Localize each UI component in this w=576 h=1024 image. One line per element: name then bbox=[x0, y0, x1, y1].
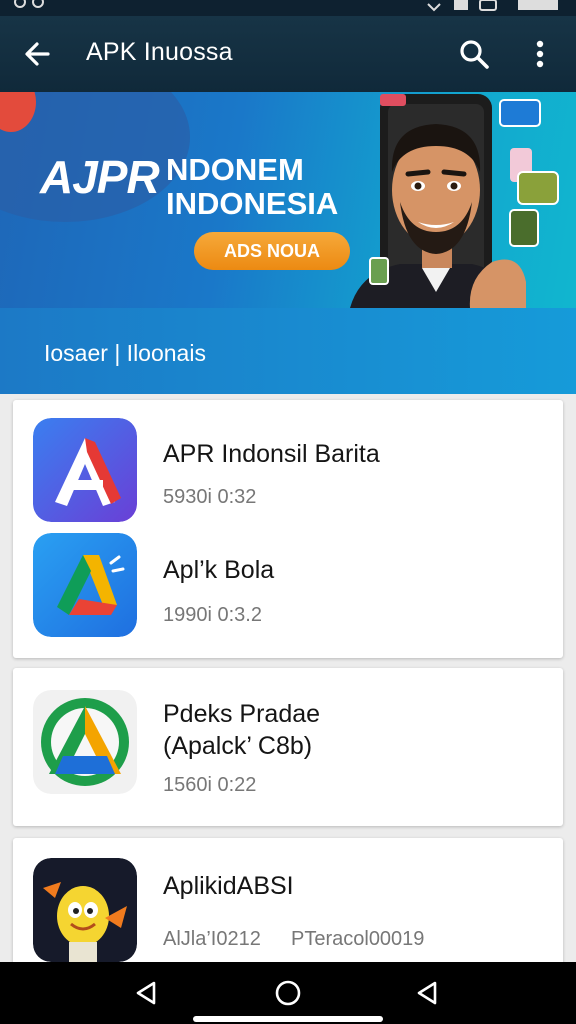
app-list-item[interactable]: Apl’k Bola 1990i 0:3.2 bbox=[13, 526, 563, 654]
man-with-phone-illustration bbox=[350, 94, 559, 308]
nav-back-icon[interactable] bbox=[130, 976, 164, 1010]
app-list-item[interactable]: Pdeks Pradae (Apalck’ C8b) 1560i 0:22 bbox=[13, 668, 563, 826]
banner-cta-button[interactable]: ADS NOUA bbox=[194, 232, 350, 270]
banner-logo: AJPR bbox=[40, 151, 160, 203]
status-icons-right bbox=[427, 0, 558, 12]
arrow-back-icon[interactable] bbox=[18, 34, 58, 74]
app-publisher: PTeracol00019 bbox=[291, 928, 425, 950]
app-bar: APK Inuossa bbox=[0, 16, 576, 92]
app-meta: 1560i 0:22 bbox=[163, 774, 257, 796]
app-meta: 5930i 0:32 bbox=[163, 486, 257, 508]
app-name: Apl’k Bola bbox=[163, 556, 275, 584]
banner-headline-1: NDONEM bbox=[166, 152, 304, 187]
nav-home-icon[interactable] bbox=[271, 976, 305, 1010]
app-list-item[interactable]: AplikidABSI AlJla’I0212 PTeracol00019 bbox=[13, 838, 563, 968]
gesture-home-bar[interactable] bbox=[193, 1016, 383, 1022]
app-list-item[interactable]: APR Indonsil Barita 5930i 0:32 bbox=[13, 400, 563, 526]
app-screen: APK Inuossa AJPR NDONEM INDONESIA ADS NO… bbox=[0, 0, 576, 1024]
more-vert-icon[interactable] bbox=[520, 34, 560, 74]
app-meta: AlJla’I0212 bbox=[163, 928, 261, 950]
app-list-card: AplikidABSI AlJla’I0212 PTeracol00019 bbox=[13, 838, 563, 968]
app-list-card: APR Indonsil Barita 5930i 0:32 Apl’k Bol… bbox=[13, 400, 563, 658]
section-header: Iosaer | Iloonais bbox=[0, 308, 576, 394]
promo-banner[interactable]: AJPR NDONEM INDONESIA ADS NOUA bbox=[0, 92, 576, 308]
app-name: Pdeks Pradae bbox=[163, 700, 321, 728]
red-blue-a-icon bbox=[33, 418, 137, 522]
app-meta: 1990i 0:3.2 bbox=[163, 604, 262, 626]
app-name: APR Indonsil Barita bbox=[163, 440, 380, 468]
search-icon[interactable] bbox=[454, 34, 494, 74]
status-bar bbox=[0, 0, 576, 16]
app-name-line-2: (Apalck’ C8b) bbox=[163, 732, 313, 760]
system-nav-bar bbox=[0, 962, 576, 1024]
section-header-text: Iosaer | Iloonais bbox=[44, 340, 206, 366]
app-list-card: Pdeks Pradae (Apalck’ C8b) 1560i 0:22 bbox=[13, 668, 563, 826]
green-a-icon bbox=[33, 690, 137, 794]
cartoon-mascot-icon bbox=[33, 858, 137, 962]
page-title: APK Inuossa bbox=[86, 38, 233, 66]
status-icons-left bbox=[14, 0, 44, 8]
banner-headline-2: INDONESIA bbox=[166, 186, 339, 221]
app-name: AplikidABSI bbox=[163, 872, 294, 900]
nav-recents-icon[interactable] bbox=[411, 976, 445, 1010]
drive-triangle-icon bbox=[33, 533, 137, 637]
